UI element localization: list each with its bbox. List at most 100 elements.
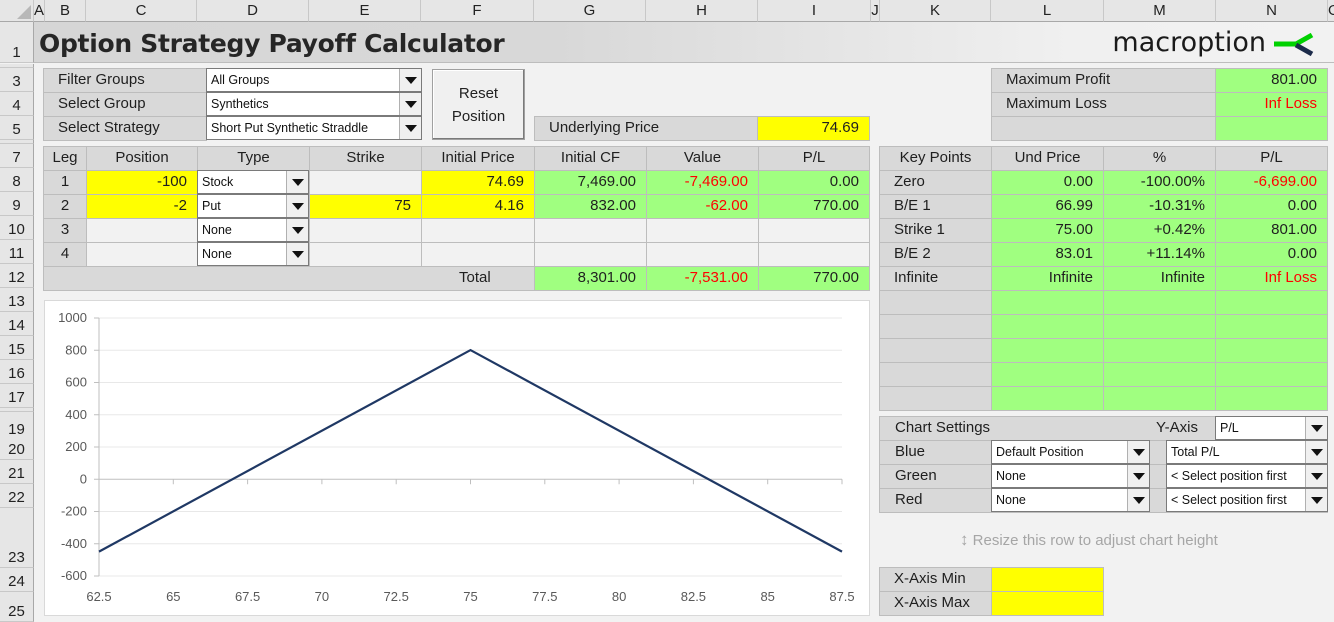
row-header[interactable]: 21 [0, 460, 34, 484]
row-header[interactable]: 7 [0, 144, 34, 168]
row-header[interactable]: 5 [0, 116, 34, 140]
row-header[interactable]: 22 [0, 484, 34, 508]
column-header[interactable]: C [86, 0, 197, 22]
select-all-corner[interactable] [0, 0, 34, 22]
series-position-dropdown[interactable]: None [991, 488, 1150, 512]
row-header[interactable]: 17 [0, 384, 34, 408]
column-header[interactable]: M [1104, 0, 1216, 22]
column-header[interactable]: E [309, 0, 421, 22]
row-header[interactable]: 24 [0, 568, 34, 592]
row-header[interactable]: 13 [0, 288, 34, 312]
row-header[interactable]: 1 [0, 22, 34, 63]
chevron-down-icon[interactable] [286, 195, 308, 217]
leg-type-dropdown[interactable]: Put [197, 194, 309, 218]
key-point-und-price: 0.00 [991, 170, 1104, 195]
chevron-down-icon[interactable] [399, 69, 421, 91]
chevron-down-icon[interactable] [1127, 465, 1149, 487]
chevron-down-icon[interactable] [1127, 441, 1149, 463]
column-header[interactable]: N [1216, 0, 1328, 22]
initial-price-input[interactable] [421, 242, 535, 267]
corner-triangle-icon [17, 5, 31, 19]
filter-groups-dropdown[interactable]: All Groups [206, 68, 422, 92]
position-input[interactable] [86, 218, 198, 243]
chevron-down-icon[interactable] [1305, 489, 1327, 511]
strike-input[interactable] [309, 242, 422, 267]
series-position-dropdown[interactable]: None [991, 464, 1150, 488]
summary-empty-label [991, 116, 1216, 141]
payoff-chart-svg: 1000 800 600 400 200 0 -200 -400 -600 62.5 65 67.5 7… [58, 310, 855, 604]
strike-input[interactable] [309, 170, 422, 195]
column-header[interactable]: K [880, 0, 991, 22]
series-position-dropdown-value: Default Position [996, 445, 1084, 459]
row-header[interactable]: 8 [0, 168, 34, 192]
x-axis-min-input[interactable] [991, 567, 1104, 592]
column-header[interactable]: D [197, 0, 309, 22]
column-header[interactable]: A [34, 0, 45, 22]
series-type-dropdown[interactable]: < Select position first [1166, 464, 1328, 488]
initial-price-input[interactable]: 4.16 [421, 194, 535, 219]
series-color-label: Blue [895, 443, 926, 460]
row-header[interactable]: 25 [0, 592, 34, 622]
payoff-chart[interactable]: 1000 800 600 400 200 0 -200 -400 -600 62.5 65 67.5 7… [44, 300, 870, 616]
key-point-empty [1103, 362, 1216, 387]
row-header[interactable]: 10 [0, 216, 34, 240]
select-strategy-dropdown[interactable]: Short Put Synthetic Straddle [206, 116, 422, 140]
y-axis-dropdown[interactable]: P/L [1215, 416, 1328, 440]
chevron-down-icon[interactable] [286, 171, 308, 193]
chevron-down-icon[interactable] [399, 93, 421, 115]
column-header[interactable]: F [421, 0, 534, 22]
column-header[interactable]: L [991, 0, 1104, 22]
series-type-dropdown[interactable]: < Select position first [1166, 488, 1328, 512]
chevron-down-icon[interactable] [399, 117, 421, 139]
leg-type-dropdown[interactable]: Stock [197, 170, 309, 194]
key-point-name: Zero [879, 170, 992, 195]
strike-input[interactable] [309, 218, 422, 243]
key-point-empty-name [879, 338, 992, 363]
column-header[interactable]: O [1328, 0, 1334, 22]
chevron-down-icon[interactable] [1305, 417, 1327, 439]
strike-input[interactable]: 75 [309, 194, 422, 219]
reset-position-button[interactable]: Reset Position [432, 69, 525, 140]
row-header[interactable]: 4 [0, 92, 34, 116]
leg-type-value: None [202, 247, 232, 261]
row-header[interactable]: 20 [0, 436, 34, 460]
chevron-down-icon[interactable] [286, 243, 308, 265]
chevron-down-icon[interactable] [1305, 441, 1327, 463]
reset-position-label: Reset Position [451, 84, 506, 125]
row-header[interactable]: 11 [0, 240, 34, 264]
value-cell [646, 218, 759, 243]
row-header[interactable]: 16 [0, 360, 34, 384]
chevron-down-icon[interactable] [1305, 465, 1327, 487]
row-header[interactable]: 12 [0, 264, 34, 288]
series-position-dropdown[interactable]: Default Position [991, 440, 1150, 464]
row-header[interactable]: 14 [0, 312, 34, 336]
column-header[interactable]: H [646, 0, 758, 22]
column-header[interactable]: J [871, 0, 880, 22]
row-header[interactable]: 9 [0, 192, 34, 216]
key-point-name: B/E 1 [879, 194, 992, 219]
column-header[interactable]: B [45, 0, 86, 22]
chevron-down-icon[interactable] [1127, 489, 1149, 511]
chevron-down-icon[interactable] [286, 219, 308, 241]
position-input[interactable] [86, 242, 198, 267]
row-header[interactable]: 3 [0, 68, 34, 92]
series-color-label: Red [895, 491, 923, 508]
x-axis-max-input[interactable] [991, 591, 1104, 616]
key-point-empty [1215, 314, 1328, 339]
position-input[interactable]: -2 [86, 194, 198, 219]
pl-cell: 0.00 [758, 170, 870, 195]
leg-type-dropdown[interactable]: None [197, 218, 309, 242]
position-input[interactable]: -100 [86, 170, 198, 195]
column-header[interactable]: G [534, 0, 646, 22]
initial-price-input[interactable]: 74.69 [421, 170, 535, 195]
series-type-dropdown[interactable]: Total P/L [1166, 440, 1328, 464]
underlying-price-input[interactable]: 74.69 [757, 116, 870, 141]
x-tick-label: 70 [315, 589, 329, 604]
select-group-dropdown[interactable]: Synthetics [206, 92, 422, 116]
key-point-empty [1103, 314, 1216, 339]
row-header[interactable]: 15 [0, 336, 34, 360]
leg-type-dropdown[interactable]: None [197, 242, 309, 266]
row-header[interactable]: 23 [0, 508, 34, 568]
column-header[interactable]: I [758, 0, 871, 22]
initial-price-input[interactable] [421, 218, 535, 243]
